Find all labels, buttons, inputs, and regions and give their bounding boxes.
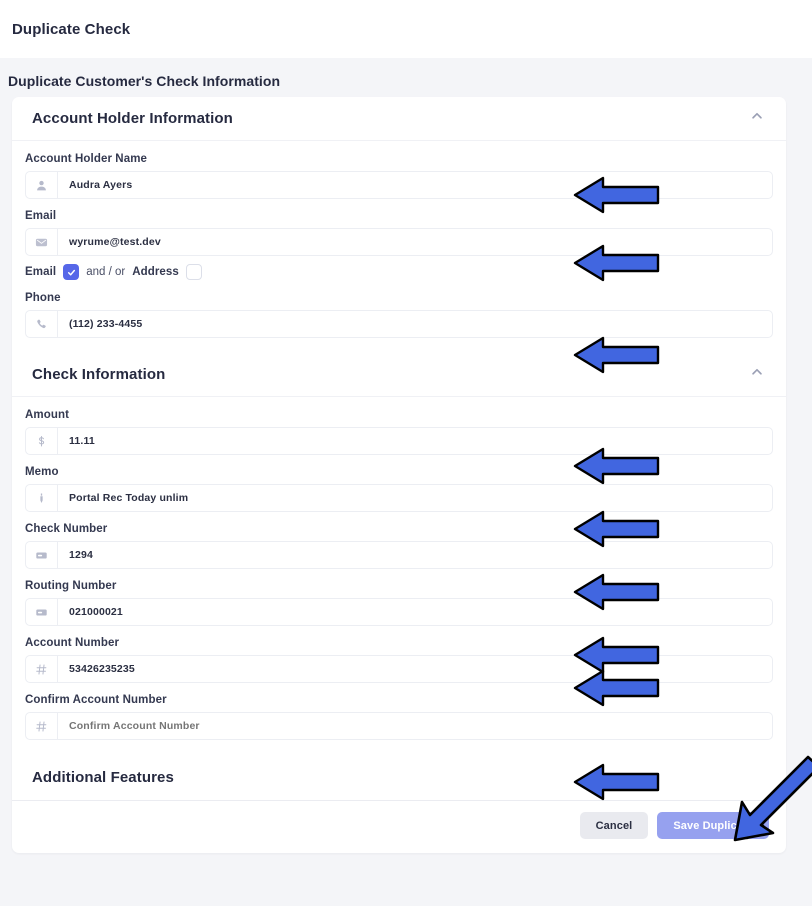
- contact-method-toggle: Email and / or Address: [25, 264, 773, 280]
- section-title-account-holder: Account Holder Information: [32, 110, 233, 127]
- cancel-button[interactable]: Cancel: [579, 812, 649, 839]
- input-email[interactable]: [58, 229, 772, 255]
- duplicate-check-card: Account Holder Information Account Holde…: [12, 97, 786, 853]
- field-check-number: Check Number: [25, 523, 773, 569]
- section-body-account-holder: Account Holder Name Email: [12, 141, 786, 353]
- label-amount: Amount: [25, 409, 70, 421]
- sub-header-title: Duplicate Customer's Check Information: [8, 72, 281, 89]
- input-wrap-account-holder-name[interactable]: [25, 171, 773, 199]
- input-wrap-memo[interactable]: [25, 484, 773, 512]
- dollar-icon: [26, 428, 58, 454]
- field-amount: Amount: [25, 409, 773, 455]
- input-confirm-account-number[interactable]: [58, 713, 772, 739]
- input-wrap-email[interactable]: [25, 228, 773, 256]
- field-account-holder-name: Account Holder Name: [25, 153, 773, 199]
- field-email: Email: [25, 210, 773, 256]
- section-header-check-information[interactable]: Check Information: [12, 353, 786, 397]
- section-body-check-information: Amount Memo: [12, 397, 786, 755]
- check-card-icon: [26, 599, 58, 625]
- section-header-additional-features[interactable]: Additional Features: [12, 755, 786, 801]
- input-memo[interactable]: [58, 485, 772, 511]
- input-account-number[interactable]: [58, 656, 772, 682]
- input-amount[interactable]: [58, 428, 772, 454]
- section-header-account-holder[interactable]: Account Holder Information: [12, 97, 786, 141]
- contact-toggle-address-label: Address: [132, 266, 179, 278]
- pen-icon: [26, 485, 58, 511]
- contact-toggle-email-label: Email: [25, 266, 57, 278]
- label-check-number: Check Number: [25, 523, 108, 535]
- input-check-number[interactable]: [58, 542, 772, 568]
- envelope-icon: [26, 229, 58, 255]
- check-card-icon: [26, 542, 58, 568]
- label-confirm-account-number: Confirm Account Number: [25, 694, 167, 706]
- input-routing-number[interactable]: [58, 599, 772, 625]
- chevron-up-icon[interactable]: [750, 365, 764, 384]
- card-footer: Cancel Save Duplicate: [12, 801, 786, 853]
- field-account-number: Account Number: [25, 637, 773, 683]
- checkbox-address[interactable]: [185, 264, 202, 280]
- input-wrap-amount[interactable]: [25, 427, 773, 455]
- field-routing-number: Routing Number: [25, 580, 773, 626]
- input-wrap-account-number[interactable]: [25, 655, 773, 683]
- label-account-number: Account Number: [25, 637, 120, 649]
- label-routing-number: Routing Number: [25, 580, 117, 592]
- input-phone[interactable]: [58, 311, 772, 337]
- field-memo: Memo: [25, 466, 773, 512]
- label-email: Email: [25, 210, 57, 222]
- checkbox-email[interactable]: [63, 264, 80, 280]
- hash-icon: [26, 656, 58, 682]
- input-wrap-routing-number[interactable]: [25, 598, 773, 626]
- person-icon: [26, 172, 58, 198]
- section-title-additional-features: Additional Features: [32, 769, 174, 786]
- section-title-check-information: Check Information: [32, 366, 166, 383]
- input-wrap-phone[interactable]: [25, 310, 773, 338]
- field-phone: Phone: [25, 292, 773, 338]
- label-memo: Memo: [25, 466, 59, 478]
- page-header: Duplicate Check: [0, 0, 812, 58]
- input-account-holder-name[interactable]: [58, 172, 772, 198]
- input-wrap-confirm-account-number[interactable]: [25, 712, 773, 740]
- field-confirm-account-number: Confirm Account Number: [25, 694, 773, 740]
- page-title: Duplicate Check: [12, 20, 131, 38]
- chevron-up-icon[interactable]: [750, 109, 764, 128]
- phone-icon: [26, 311, 58, 337]
- save-duplicate-button[interactable]: Save Duplicate: [657, 812, 769, 839]
- label-account-holder-name: Account Holder Name: [25, 153, 148, 165]
- contact-toggle-conjunction: and / or: [86, 266, 126, 278]
- input-wrap-check-number[interactable]: [25, 541, 773, 569]
- hash-icon: [26, 713, 58, 739]
- label-phone: Phone: [25, 292, 61, 304]
